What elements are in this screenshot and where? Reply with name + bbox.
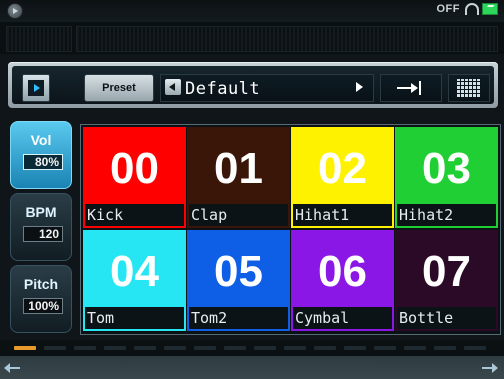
skip-to-end-button[interactable]: [380, 74, 442, 102]
status-indicators: OFF: [436, 3, 498, 15]
pad-number: 07: [422, 247, 471, 296]
audio-off-label: OFF: [436, 3, 460, 15]
pad-name: Kick: [85, 204, 184, 226]
status-bar: OFF: [0, 0, 504, 22]
bpm-label: BPM: [25, 204, 57, 220]
pad-03[interactable]: 03 Hihat2: [395, 127, 498, 228]
pad-number: 04: [110, 247, 159, 296]
pad-05[interactable]: 05 Tom2: [187, 230, 290, 331]
pad-grid: 00 Kick 01 Clap 02 Hihat1 03 Hihat2 04 T…: [80, 124, 501, 335]
pad-number: 06: [318, 247, 367, 296]
bpm-control[interactable]: BPM 120: [10, 193, 72, 261]
pad-00[interactable]: 00 Kick: [83, 127, 186, 228]
pad-name: Tom2: [189, 307, 288, 329]
sequencer-step[interactable]: [194, 346, 216, 350]
play-button[interactable]: [22, 74, 50, 102]
pad-01[interactable]: 01 Clap: [187, 127, 290, 228]
lcd-display: [0, 22, 504, 54]
preset-name: Default: [185, 79, 261, 99]
pad-number: 01: [214, 144, 263, 193]
app-icon[interactable]: [7, 3, 23, 19]
sequencer-step[interactable]: [284, 346, 306, 350]
volume-label: Vol: [30, 132, 52, 148]
sequencer-step[interactable]: [134, 346, 156, 350]
sequencer-step[interactable]: [14, 346, 36, 350]
pad-name: Cymbal: [293, 307, 392, 329]
bpm-value: 120: [23, 226, 63, 242]
preset-button[interactable]: Preset: [84, 74, 154, 102]
sequencer-step[interactable]: [464, 346, 486, 350]
bottom-bar: [0, 356, 504, 379]
pad-number: 03: [422, 144, 471, 193]
arrow-right-icon[interactable]: [480, 363, 498, 373]
sequencer-step[interactable]: [344, 346, 366, 350]
sequencer-step[interactable]: [434, 346, 456, 350]
pitch-value: 100%: [23, 298, 63, 314]
pitch-label: Pitch: [23, 276, 59, 292]
pad-04[interactable]: 04 Tom: [83, 230, 186, 331]
lcd-segment: [76, 26, 498, 52]
volume-value: 80%: [23, 154, 63, 170]
sequencer-step[interactable]: [254, 346, 276, 350]
skip-bar: [419, 81, 421, 95]
pad-07[interactable]: 07 Bottle: [395, 230, 498, 331]
pad-06[interactable]: 06 Cymbal: [291, 230, 394, 331]
battery-icon: [482, 3, 498, 15]
preset-selector[interactable]: Default: [160, 74, 374, 102]
pad-number: 05: [214, 247, 263, 296]
sequencer-step[interactable]: [164, 346, 186, 350]
pad-name: Clap: [189, 204, 288, 226]
control-column: Vol 80% BPM 120 Pitch 100%: [8, 115, 74, 345]
pitch-control[interactable]: Pitch 100%: [10, 265, 72, 333]
sequencer-step[interactable]: [104, 346, 126, 350]
sequencer-step[interactable]: [404, 346, 426, 350]
arrow-left-icon[interactable]: [4, 363, 22, 373]
sequencer-step[interactable]: [374, 346, 396, 350]
pad-name: Hihat1: [293, 204, 392, 226]
sequencer-step[interactable]: [224, 346, 246, 350]
right-arrow-icon[interactable]: [356, 82, 363, 92]
pad-name: Bottle: [397, 307, 496, 329]
pad-name: Hihat2: [397, 204, 496, 226]
grid-view-button[interactable]: [448, 74, 490, 102]
sequencer-step[interactable]: [74, 346, 96, 350]
lcd-segment: [6, 26, 72, 52]
headphones-icon: [464, 3, 479, 15]
pad-number: 02: [318, 144, 367, 193]
sequencer-step[interactable]: [44, 346, 66, 350]
left-arrow-icon[interactable]: [165, 79, 181, 95]
play-icon: [28, 80, 44, 96]
sequencer-step[interactable]: [314, 346, 336, 350]
pad-02[interactable]: 02 Hihat1: [291, 127, 394, 228]
volume-control[interactable]: Vol 80%: [10, 121, 72, 189]
grid-icon: [457, 79, 481, 97]
pad-number: 00: [110, 144, 159, 193]
pad-name: Tom: [85, 307, 184, 329]
